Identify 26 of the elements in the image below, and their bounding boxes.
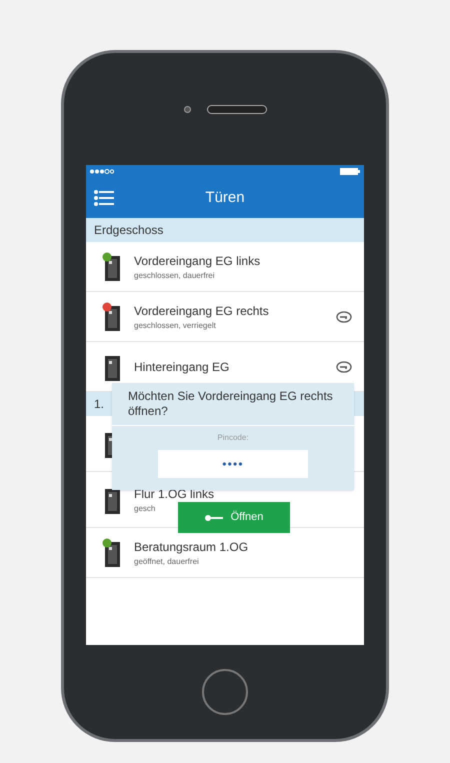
door-row[interactable]: Vordereingang EG rechts geschlossen, verriegelt <box>86 292 364 342</box>
battery-icon <box>340 168 360 175</box>
dialog-question: Möchten Sie Vordereingang EG rechts öffnen? <box>112 383 354 426</box>
camera-icon <box>184 106 190 112</box>
section-title: 1. <box>94 396 104 413</box>
door-name: Vordereingang EG rechts <box>134 302 270 320</box>
door-name: Vordereingang EG links <box>134 252 262 270</box>
signal-icon <box>90 169 114 174</box>
pin-field[interactable]: •••• <box>158 450 308 478</box>
door-row[interactable]: Vordereingang EG links geschlossen, dauerfrei <box>86 242 364 292</box>
pin-label: Pincode: <box>216 432 250 444</box>
menu-icon[interactable] <box>94 190 114 206</box>
door-name: Flur 1.OG links <box>134 486 216 502</box>
home-button[interactable] <box>202 669 248 715</box>
speaker-icon <box>206 104 266 114</box>
door-name: Beratungsraum 1.OG <box>134 538 250 556</box>
door-status: gesch <box>134 502 156 514</box>
key-icon[interactable] <box>336 360 352 372</box>
key-icon[interactable] <box>336 310 352 322</box>
key-icon <box>204 514 223 520</box>
door-name: Hintereingang EG <box>134 358 230 376</box>
door-status: geschlossen, dauerfrei <box>134 270 216 282</box>
section-title: Erdgeschoss <box>94 222 164 239</box>
door-status: geöffnet, dauerfrei <box>134 556 200 568</box>
header-title: Türen <box>205 188 245 208</box>
door-status: geschlossen, verriegelt <box>134 320 217 332</box>
